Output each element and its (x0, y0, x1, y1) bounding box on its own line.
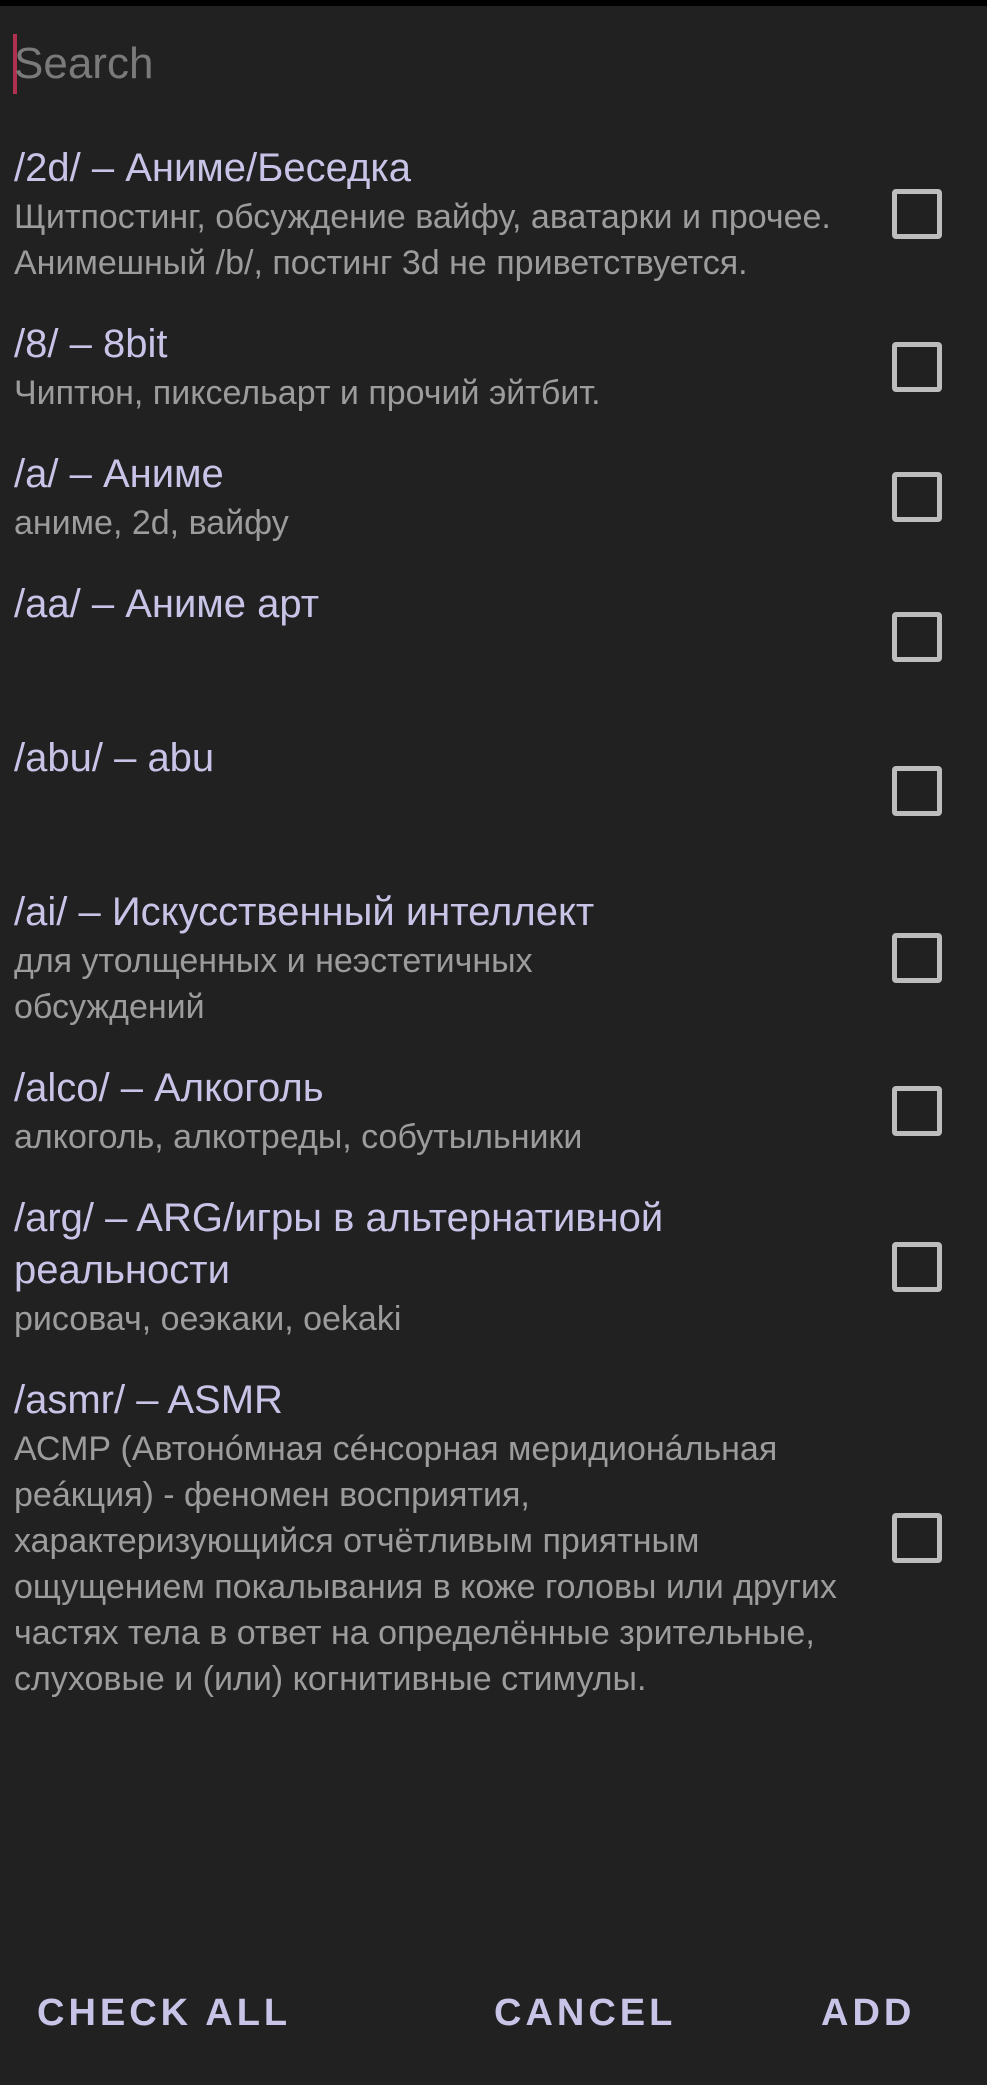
board-checkbox[interactable] (892, 1513, 942, 1563)
board-title: /aa/ – Аниме арт (14, 582, 320, 626)
board-item-aa[interactable]: /aa/ – Аниме арт (0, 578, 987, 732)
board-checkbox[interactable] (892, 1242, 942, 1292)
board-item-ai[interactable]: /ai/ – Искусственный интеллект для утолщ… (0, 886, 987, 1062)
search-input[interactable] (14, 32, 954, 96)
board-description: АСМР (Автонóмная сéнсорная меридионáльна… (14, 1430, 837, 1698)
board-title: /8/ – 8bit (14, 322, 168, 366)
board-item-text: /a/ – Аниме аниме, 2d, вайфу (0, 448, 844, 546)
board-item-alco[interactable]: /alco/ – Алкоголь алкоголь, алкотреды, с… (0, 1062, 987, 1192)
board-checkbox[interactable] (892, 342, 942, 392)
board-title: /asmr/ – ASMR (14, 1378, 283, 1422)
board-checkbox[interactable] (892, 612, 942, 662)
board-description: Чиптюн, пиксельарт и прочий эйтбит. (14, 374, 601, 412)
check-all-button[interactable]: CHECK ALL (37, 1992, 291, 2035)
board-description: рисовач, оеэкаки, oekaki (14, 1300, 402, 1338)
cancel-button[interactable]: CANCEL (494, 1992, 676, 2035)
board-list[interactable]: /2d/ – Аниме/Беседка Щитпостинг, обсужде… (0, 142, 987, 1734)
board-item-text: /abu/ – abu (0, 732, 844, 784)
board-item-arg[interactable]: /arg/ – ARG/игры в альтернативной реальн… (0, 1192, 987, 1374)
board-checkbox[interactable] (892, 472, 942, 522)
board-description: Щитпостинг, обсуждение вайфу, аватарки и… (14, 198, 831, 282)
board-title: /ai/ – Искусственный интеллект (14, 890, 595, 934)
board-item-text: /2d/ – Аниме/Беседка Щитпостинг, обсужде… (0, 142, 844, 286)
board-description: аниме, 2d, вайфу (14, 504, 289, 542)
board-item-asmr[interactable]: /asmr/ – ASMR АСМР (Автонóмная сéнсорная… (0, 1374, 987, 1734)
dialog-actions: CHECK ALL CANCEL ADD (0, 1978, 987, 2068)
board-item-text: /8/ – 8bit Чиптюн, пиксельарт и прочий э… (0, 318, 844, 416)
board-item-2d[interactable]: /2d/ – Аниме/Беседка Щитпостинг, обсужде… (0, 142, 987, 318)
board-item-text: /alco/ – Алкоголь алкоголь, алкотреды, с… (0, 1062, 844, 1160)
board-item-text: /asmr/ – ASMR АСМР (Автонóмная сéнсорная… (0, 1374, 844, 1702)
search-bar (0, 26, 987, 106)
board-checkbox[interactable] (892, 189, 942, 239)
board-item-text: /aa/ – Аниме арт (0, 578, 844, 630)
board-item-abu[interactable]: /abu/ – abu (0, 732, 987, 886)
board-title: /alco/ – Алкоголь (14, 1066, 324, 1110)
board-picker-dialog: /2d/ – Аниме/Беседка Щитпостинг, обсужде… (0, 6, 987, 2085)
board-item-text: /arg/ – ARG/игры в альтернативной реальн… (0, 1192, 844, 1342)
board-item-a[interactable]: /a/ – Аниме аниме, 2d, вайфу (0, 448, 987, 578)
board-item-8[interactable]: /8/ – 8bit Чиптюн, пиксельарт и прочий э… (0, 318, 987, 448)
board-checkbox[interactable] (892, 766, 942, 816)
board-checkbox[interactable] (892, 933, 942, 983)
board-description: для утолщенных и неэстетичных обсуждений (14, 942, 533, 1026)
board-title: /abu/ – abu (14, 736, 215, 780)
board-item-text: /ai/ – Искусственный интеллект для утолщ… (0, 886, 844, 1030)
board-description: алкоголь, алкотреды, собутыльники (14, 1118, 583, 1156)
board-title: /2d/ – Аниме/Беседка (14, 146, 411, 190)
board-title: /arg/ – ARG/игры в альтернативной реальн… (14, 1196, 664, 1292)
board-title: /a/ – Аниме (14, 452, 224, 496)
board-checkbox[interactable] (892, 1086, 942, 1136)
add-button[interactable]: ADD (821, 1992, 915, 2035)
